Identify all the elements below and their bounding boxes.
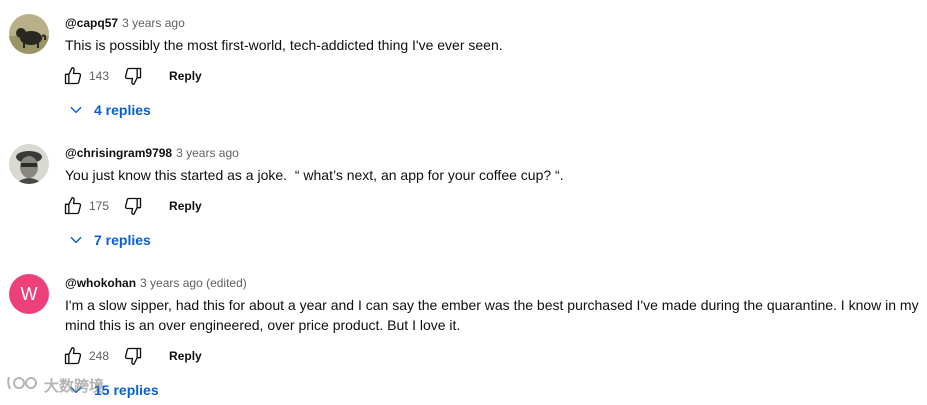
like-count: 248 <box>89 349 110 363</box>
replies-count-label: 7 replies <box>94 232 151 248</box>
comment-actions: 175 Reply <box>63 195 202 217</box>
comment-header: @chrisingram9798 3 years ago <box>65 145 239 161</box>
comment-time[interactable]: 3 years ago (edited) <box>140 276 247 290</box>
avatar-image <box>9 14 49 54</box>
reply-button[interactable]: Reply <box>169 349 202 363</box>
comment-text: I'm a slow sipper, had this for about a … <box>65 297 923 333</box>
comment-time[interactable]: 3 years ago <box>176 146 239 160</box>
chevron-down-icon <box>66 230 86 250</box>
chevron-down-icon <box>66 100 86 120</box>
replies-count-label: 4 replies <box>94 102 151 118</box>
comment-header: @capq57 3 years ago <box>65 15 185 31</box>
comment-time[interactable]: 3 years ago <box>122 16 185 30</box>
comment-text: This is possibly the most first-world, t… <box>65 37 503 53</box>
comment-author[interactable]: @chrisingram9798 <box>65 146 172 160</box>
view-replies-button[interactable]: 7 replies <box>66 230 151 250</box>
chevron-down-icon <box>66 380 86 400</box>
reply-button[interactable]: Reply <box>169 69 202 83</box>
comment-text: You just know this started as a joke. “ … <box>65 167 564 183</box>
avatar-initial: W <box>20 284 38 304</box>
avatar[interactable] <box>9 14 49 54</box>
avatar[interactable]: W <box>9 274 49 314</box>
view-replies-button[interactable]: 4 replies <box>66 100 151 120</box>
like-count: 143 <box>89 69 110 83</box>
comment-header: @whokohan 3 years ago (edited) <box>65 275 247 291</box>
like-icon[interactable] <box>63 346 83 366</box>
comment-actions: 143 Reply <box>63 65 202 87</box>
like-count: 175 <box>89 199 110 213</box>
like-icon[interactable] <box>63 66 83 86</box>
comment-author[interactable]: @capq57 <box>65 16 118 30</box>
avatar[interactable] <box>9 144 49 184</box>
like-icon[interactable] <box>63 196 83 216</box>
reply-button[interactable]: Reply <box>169 199 202 213</box>
comment-author[interactable]: @whokohan <box>65 276 136 290</box>
dislike-icon[interactable] <box>123 346 143 366</box>
dislike-icon[interactable] <box>123 66 143 86</box>
avatar-image <box>9 144 49 184</box>
view-replies-button[interactable]: 15 replies <box>66 380 159 400</box>
watermark-logo-icon <box>6 373 40 397</box>
replies-count-label: 15 replies <box>94 382 159 398</box>
comment-actions: 248 Reply <box>63 345 202 367</box>
dislike-icon[interactable] <box>123 196 143 216</box>
